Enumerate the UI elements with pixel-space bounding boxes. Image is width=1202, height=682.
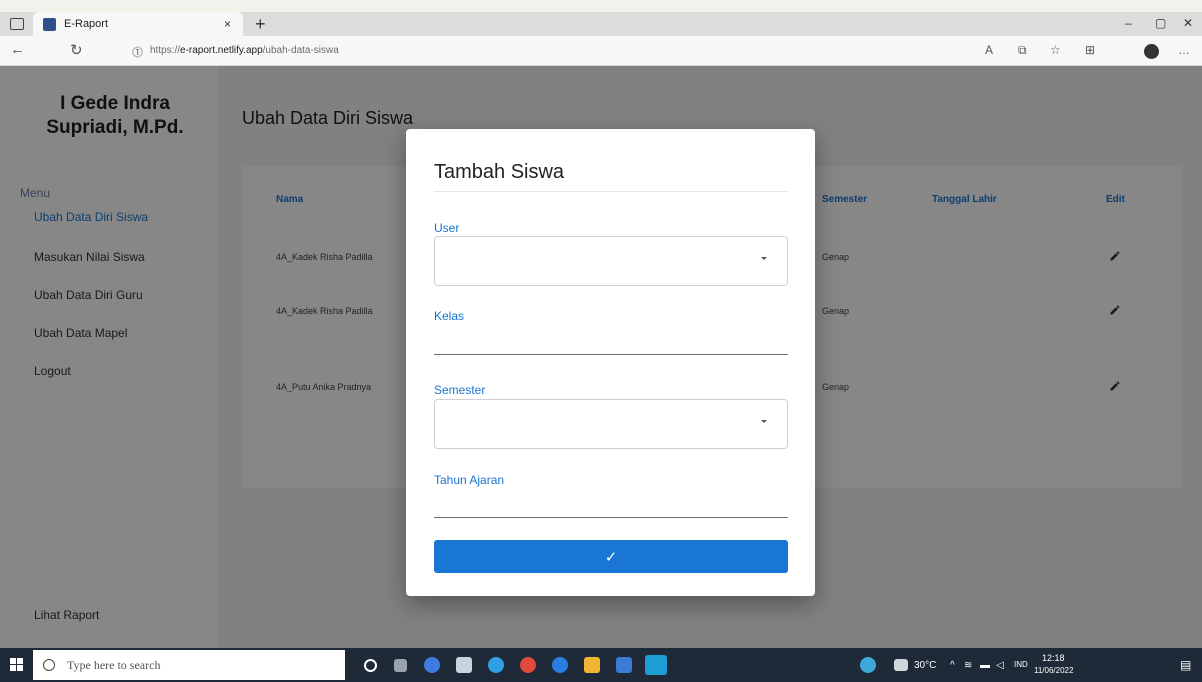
clock-time[interactable]: 12:18 xyxy=(1042,653,1065,663)
clock-date[interactable]: 11/06/2022 xyxy=(1034,666,1073,675)
browser-tab-bar: E-Raport × + – ▢ ✕ xyxy=(0,12,1202,36)
store-app-icon[interactable] xyxy=(616,657,632,673)
minimize-icon[interactable]: – xyxy=(1125,16,1132,30)
submit-button[interactable]: ✓ xyxy=(434,540,788,573)
tray-chevron-icon[interactable]: ^ xyxy=(950,660,955,671)
tab-title: E-Raport xyxy=(64,18,109,30)
telegram-app-icon[interactable] xyxy=(552,657,568,673)
tab-actions-icon[interactable] xyxy=(10,18,24,30)
tab-actions-toolbar-icon[interactable]: ⧉ xyxy=(1018,43,1027,58)
edge-app-icon[interactable] xyxy=(488,657,504,673)
weather-temperature[interactable]: 30°C xyxy=(914,660,936,671)
meet-now-icon[interactable] xyxy=(894,659,908,671)
vscode-app-icon[interactable] xyxy=(645,655,667,675)
dropdown-arrow-icon xyxy=(761,420,767,423)
tahun-ajaran-input[interactable] xyxy=(434,492,788,518)
chrome-app-icon[interactable] xyxy=(520,657,536,673)
semester-label: Semester xyxy=(434,383,486,397)
taskbar-search-box[interactable]: Type here to search xyxy=(33,650,345,680)
dropdown-arrow-icon xyxy=(761,257,767,260)
url-path: /ubah-data-siswa xyxy=(262,45,339,56)
calculator-app-icon[interactable] xyxy=(456,657,472,673)
search-icon xyxy=(43,659,55,671)
tahun-ajaran-label: Tahun Ajaran xyxy=(434,473,505,487)
battery-icon[interactable]: ▬ xyxy=(980,660,990,671)
url-host: e-raport.netlify.app xyxy=(180,45,263,56)
network-icon[interactable]: ≋ xyxy=(964,660,972,671)
task-view-icon[interactable] xyxy=(394,659,407,672)
dialog-divider xyxy=(434,191,788,192)
new-tab-button[interactable]: + xyxy=(255,14,266,35)
notifications-icon[interactable]: ▤ xyxy=(1180,658,1191,672)
dialog-title: Tambah Siswa xyxy=(434,161,565,183)
top-strip xyxy=(0,0,1202,12)
more-icon[interactable]: … xyxy=(1178,43,1190,57)
maximize-icon[interactable]: ▢ xyxy=(1155,16,1166,30)
favorites-icon[interactable]: ☆ xyxy=(1050,43,1061,57)
user-select[interactable] xyxy=(434,236,788,286)
weather-widget-icon[interactable] xyxy=(860,657,876,673)
windows-start-icon[interactable] xyxy=(10,658,24,672)
url-prefix: https:// xyxy=(150,45,181,56)
refresh-icon[interactable]: ↻ xyxy=(70,41,83,59)
profile-icon[interactable] xyxy=(1144,44,1159,59)
tambah-siswa-dialog: Tambah Siswa User Kelas Semester Tahun A… xyxy=(406,129,815,596)
security-app-icon[interactable] xyxy=(424,657,440,673)
favicon-icon xyxy=(43,17,56,31)
taskbar-search-placeholder: Type here to search xyxy=(67,657,161,672)
windows-taskbar: Type here to search 30°C ^ ≋ ▬ ◁ IND 12:… xyxy=(0,648,1202,682)
tab-close-icon[interactable]: × xyxy=(224,17,231,31)
volume-icon[interactable]: ◁ xyxy=(996,660,1004,671)
address-bar: ← ↻ ⓵ https://e-raport.netlify.app/ubah-… xyxy=(0,36,1202,66)
close-window-icon[interactable]: ✕ xyxy=(1183,16,1193,30)
kelas-input[interactable] xyxy=(434,329,788,355)
browser-tab[interactable]: E-Raport × xyxy=(33,12,243,36)
collections-icon[interactable]: ⊞ xyxy=(1085,43,1095,57)
url-field[interactable]: https://e-raport.netlify.app/ubah-data-s… xyxy=(150,45,339,56)
language-indicator[interactable]: IND xyxy=(1014,660,1028,669)
check-icon: ✓ xyxy=(604,548,618,566)
read-aloud-icon[interactable]: A xyxy=(985,43,993,57)
lock-icon[interactable]: ⓵ xyxy=(132,44,143,60)
semester-select[interactable] xyxy=(434,399,788,449)
user-label: User xyxy=(434,221,460,235)
file-explorer-icon[interactable] xyxy=(584,657,600,673)
cortana-icon[interactable] xyxy=(364,659,377,672)
back-icon[interactable]: ← xyxy=(10,41,25,58)
kelas-label: Kelas xyxy=(434,309,465,323)
